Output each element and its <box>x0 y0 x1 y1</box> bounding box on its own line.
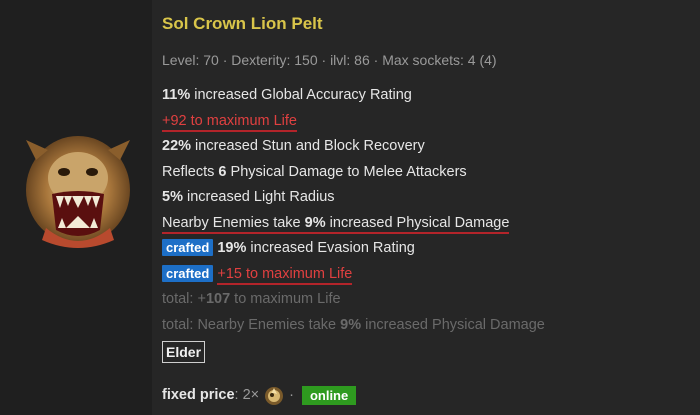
mod-prefix: Nearby Enemies take <box>162 214 305 231</box>
item-requirements: Level: 70 · Dexterity: 150 · ilvl: 86 · … <box>162 52 497 68</box>
mod-value: 6 <box>218 163 227 180</box>
mod-light-radius: 5% increased Light Radius <box>162 188 545 214</box>
mod-life-crafted: crafted +15 to maximum Life <box>162 264 545 291</box>
mod-value: 19% <box>217 240 247 256</box>
price-separator: : <box>234 387 239 403</box>
mod-value: 5% <box>162 189 183 205</box>
item-icon-column <box>0 0 152 415</box>
crafted-badge: crafted <box>162 264 214 282</box>
mod-text: to maximum Life <box>230 291 341 307</box>
mod-physical-damage-aura: Nearby Enemies take 9% increased Physica… <box>162 214 545 240</box>
crafted-badge: crafted <box>162 239 214 256</box>
mod-text: increased Stun and Block Recovery <box>191 138 425 154</box>
mod-accuracy: 11% increased Global Accuracy Rating <box>162 86 545 112</box>
mod-reflect-damage: Reflects 6 Physical Damage to Melee Atta… <box>162 163 545 189</box>
price-row: fixed price: 2× · online <box>162 384 357 406</box>
mod-text: +15 to maximum Life <box>217 266 353 285</box>
mod-value: 11% <box>162 87 191 103</box>
mod-stun-recovery: 22% increased Stun and Block Recovery <box>162 137 545 163</box>
mod-text: increased Physical Damage <box>361 316 545 333</box>
mod-prefix: total: + <box>162 291 206 307</box>
mod-value: 22% <box>162 138 192 154</box>
total-physical-damage-aura: total: Nearby Enemies take 9% increased … <box>162 316 545 342</box>
mod-maximum-life: +92 to maximum Life <box>162 112 545 138</box>
mod-text: +92 to maximum Life <box>162 113 297 132</box>
mod-evasion-crafted: crafted 19% increased Evasion Rating <box>162 239 545 265</box>
lion-pelt-icon <box>26 136 130 248</box>
item-name[interactable]: Sol Crown Lion Pelt <box>162 14 323 34</box>
mod-value: 9% <box>304 214 326 231</box>
item-mods-list: 11% increased Global Accuracy Rating +92… <box>162 86 545 341</box>
mod-text: Physical Damage to Melee Attackers <box>226 163 467 180</box>
mod-value: 107 <box>205 291 231 307</box>
online-status-badge[interactable]: online <box>301 385 357 405</box>
mod-text: increased Global Accuracy Rating <box>190 87 412 103</box>
price-dot: · <box>289 387 294 403</box>
price-amount: 2× <box>242 387 260 403</box>
mod-underlined: Nearby Enemies take 9% increased Physica… <box>162 214 510 234</box>
total-maximum-life: total: +107 to maximum Life <box>162 290 545 316</box>
mod-text: increased Evasion Rating <box>246 240 415 256</box>
mod-prefix: Reflects <box>162 163 219 180</box>
mod-prefix: total: Nearby Enemies take <box>162 316 341 333</box>
mod-text: increased Physical Damage <box>325 214 510 231</box>
elder-influence-badge: Elder <box>162 341 206 363</box>
mod-text: increased Light Radius <box>182 189 335 205</box>
exalted-orb-icon[interactable] <box>263 384 285 406</box>
mod-value: 9% <box>340 316 362 333</box>
price-label: fixed price <box>162 387 235 403</box>
